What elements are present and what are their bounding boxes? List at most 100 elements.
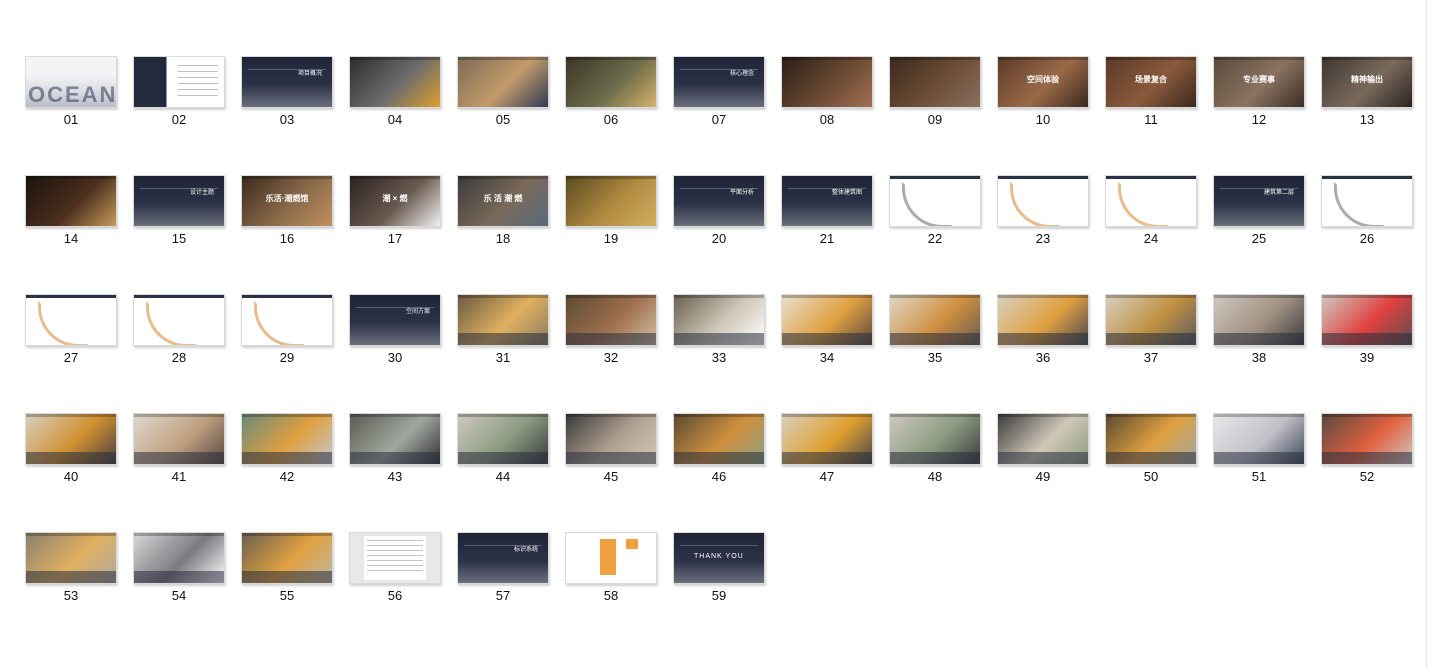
slide-item[interactable]: 核心理念 07	[673, 56, 765, 127]
slide-thumbnail[interactable]: 平面分析	[673, 175, 765, 227]
slide-thumbnail[interactable]	[349, 532, 441, 584]
slide-thumbnail[interactable]	[889, 56, 981, 108]
slide-item[interactable]: 33	[673, 294, 765, 365]
slide-item[interactable]: 52	[1321, 413, 1413, 484]
slide-thumbnail[interactable]: 核心理念	[673, 56, 765, 108]
slide-thumbnail[interactable]	[133, 294, 225, 346]
slide-thumbnail[interactable]	[565, 56, 657, 108]
slide-item[interactable]: 29	[241, 294, 333, 365]
slide-item[interactable]: 22	[889, 175, 981, 246]
slide-item[interactable]: THANK YOU 59	[673, 532, 765, 603]
slide-item[interactable]: 09	[889, 56, 981, 127]
slide-item[interactable]: 平面分析 20	[673, 175, 765, 246]
slide-item[interactable]: 48	[889, 413, 981, 484]
slide-thumbnail[interactable]	[457, 413, 549, 465]
slide-thumbnail[interactable]	[1213, 413, 1305, 465]
slide-thumbnail[interactable]	[25, 413, 117, 465]
slide-item[interactable]: 42	[241, 413, 333, 484]
slide-item[interactable]: 38	[1213, 294, 1305, 365]
slide-thumbnail[interactable]	[889, 294, 981, 346]
slide-item[interactable]: 39	[1321, 294, 1413, 365]
slide-item[interactable]: 37	[1105, 294, 1197, 365]
slide-item[interactable]: 44	[457, 413, 549, 484]
slide-thumbnail[interactable]	[241, 294, 333, 346]
slide-item[interactable]: 54	[133, 532, 225, 603]
slide-item[interactable]: 空间方案 30	[349, 294, 441, 365]
slide-item[interactable]: 04	[349, 56, 441, 127]
slide-item[interactable]: 乐活·潮燃馆 16	[241, 175, 333, 246]
slide-thumbnail[interactable]	[565, 175, 657, 227]
slide-thumbnail[interactable]: OCEAN	[25, 56, 117, 108]
slide-thumbnail[interactable]	[889, 413, 981, 465]
slide-thumbnail[interactable]	[133, 413, 225, 465]
slide-thumbnail[interactable]	[1105, 413, 1197, 465]
slide-item[interactable]: 58	[565, 532, 657, 603]
slide-item[interactable]: 08	[781, 56, 873, 127]
slide-thumbnail[interactable]	[133, 532, 225, 584]
slide-thumbnail[interactable]	[565, 413, 657, 465]
slide-item[interactable]: 53	[25, 532, 117, 603]
slide-item[interactable]: 建筑第二层 25	[1213, 175, 1305, 246]
slide-item[interactable]: 02	[133, 56, 225, 127]
scrollbar-track[interactable]	[1426, 0, 1427, 668]
slide-item[interactable]: 50	[1105, 413, 1197, 484]
slide-thumbnail[interactable]: 项目概况	[241, 56, 333, 108]
slide-item[interactable]: 31	[457, 294, 549, 365]
slide-thumbnail[interactable]	[1213, 294, 1305, 346]
slide-thumbnail[interactable]	[457, 56, 549, 108]
slide-thumbnail[interactable]	[1321, 175, 1413, 227]
slide-item[interactable]: 35	[889, 294, 981, 365]
slide-thumbnail[interactable]: 建筑第二层	[1213, 175, 1305, 227]
slide-item[interactable]: 潮 × 燃 17	[349, 175, 441, 246]
slide-item[interactable]: 26	[1321, 175, 1413, 246]
slide-thumbnail[interactable]: 精神输出	[1321, 56, 1413, 108]
slide-thumbnail[interactable]	[25, 294, 117, 346]
slide-thumbnail[interactable]: 设计主题	[133, 175, 225, 227]
slide-item[interactable]: 28	[133, 294, 225, 365]
slide-item[interactable]: 55	[241, 532, 333, 603]
slide-thumbnail[interactable]	[349, 413, 441, 465]
slide-thumbnail[interactable]: THANK YOU	[673, 532, 765, 584]
slide-thumbnail[interactable]	[781, 413, 873, 465]
slide-thumbnail[interactable]: 专业赛事	[1213, 56, 1305, 108]
slide-thumbnail[interactable]	[565, 294, 657, 346]
slide-thumbnail[interactable]: 标识系统	[457, 532, 549, 584]
slide-item[interactable]: 标识系统 57	[457, 532, 549, 603]
slide-thumbnail[interactable]	[25, 175, 117, 227]
slide-thumbnail[interactable]	[997, 175, 1089, 227]
slide-item[interactable]: 06	[565, 56, 657, 127]
slide-thumbnail[interactable]	[997, 413, 1089, 465]
slide-thumbnail[interactable]	[25, 532, 117, 584]
slide-thumbnail[interactable]	[889, 175, 981, 227]
slide-thumbnail[interactable]	[1321, 413, 1413, 465]
slide-thumbnail[interactable]: 空间体验	[997, 56, 1089, 108]
slide-thumbnail[interactable]: 潮 × 燃	[349, 175, 441, 227]
slide-thumbnail[interactable]: 空间方案	[349, 294, 441, 346]
slide-item[interactable]: 46	[673, 413, 765, 484]
slide-thumbnail[interactable]	[673, 413, 765, 465]
slide-item[interactable]: 14	[25, 175, 117, 246]
slide-item[interactable]: 34	[781, 294, 873, 365]
slide-thumbnail[interactable]: 乐活·潮燃馆	[241, 175, 333, 227]
slide-item[interactable]: OCEAN 01	[25, 56, 117, 127]
slide-thumbnail[interactable]	[997, 294, 1089, 346]
slide-item[interactable]: 27	[25, 294, 117, 365]
slide-thumbnail[interactable]	[1105, 175, 1197, 227]
slide-item[interactable]: 05	[457, 56, 549, 127]
slide-thumbnail[interactable]: 场景复合	[1105, 56, 1197, 108]
slide-item[interactable]: 56	[349, 532, 441, 603]
slide-item[interactable]: 49	[997, 413, 1089, 484]
slide-item[interactable]: 场景复合 11	[1105, 56, 1197, 127]
slide-item[interactable]: 51	[1213, 413, 1305, 484]
slide-thumbnail[interactable]	[457, 294, 549, 346]
slide-item[interactable]: 乐 活 潮 燃 18	[457, 175, 549, 246]
slide-item[interactable]: 43	[349, 413, 441, 484]
slide-item[interactable]: 专业赛事 12	[1213, 56, 1305, 127]
slide-item[interactable]: 项目概况 03	[241, 56, 333, 127]
slide-thumbnail[interactable]	[565, 532, 657, 584]
slide-item[interactable]: 整体建筑图 21	[781, 175, 873, 246]
slide-item[interactable]: 设计主题 15	[133, 175, 225, 246]
slide-thumbnail[interactable]	[241, 413, 333, 465]
slide-thumbnail[interactable]	[673, 294, 765, 346]
slide-item[interactable]: 40	[25, 413, 117, 484]
